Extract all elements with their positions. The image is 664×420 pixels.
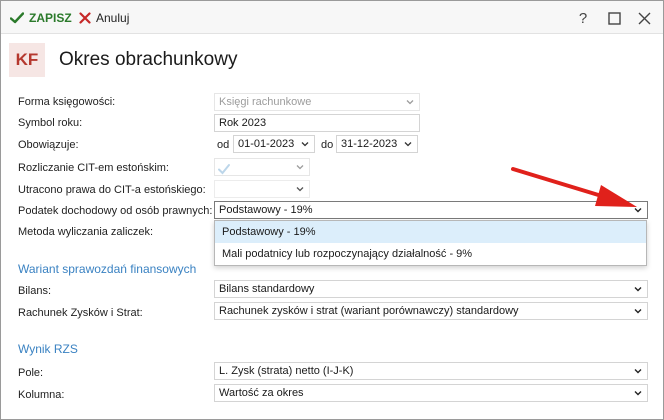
close-icon (638, 12, 650, 24)
dialog-window: ZAPISZ Anuluj ? KF Okres obrachunkowy Fo… (0, 0, 664, 420)
cancel-label: Anuluj (96, 11, 130, 25)
chevron-down-icon (634, 391, 642, 396)
dropdown-option[interactable]: Mali podatnicy lub rozpoczynający działa… (215, 243, 646, 265)
save-button[interactable]: ZAPISZ (10, 10, 72, 26)
bilans-value: Bilans standardowy (219, 283, 315, 295)
kolumna-label: Kolumna: (18, 389, 65, 401)
utracono-label: Utracono prawa do CIT-a estońskiego: (18, 184, 206, 196)
pole-value: L. Zysk (strata) netto (I-J-K) (219, 365, 354, 377)
toolbar: ZAPISZ Anuluj ? (1, 1, 663, 34)
symbol-value: Rok 2023 (219, 117, 267, 129)
do-label: do (321, 139, 334, 151)
chevron-down-icon (296, 165, 304, 170)
date-to-value: 31-12-2023 (341, 138, 398, 150)
date-to-input[interactable]: 31-12-2023 (336, 135, 418, 153)
chevron-down-icon (296, 187, 304, 192)
app-logo: KF (9, 43, 45, 77)
help-button[interactable]: ? (573, 8, 593, 28)
save-label: ZAPISZ (29, 11, 72, 25)
close-window-button[interactable] (634, 8, 654, 28)
pole-select[interactable]: L. Zysk (strata) netto (I-J-K) (214, 362, 648, 380)
cancel-button[interactable]: Anuluj (79, 10, 129, 26)
bilans-select[interactable]: Bilans standardowy (214, 280, 648, 298)
wariant-section-title: Wariant sprawozdań finansowych (18, 262, 197, 276)
page-title: Okres obrachunkowy (59, 49, 238, 70)
chevron-down-icon (634, 369, 642, 374)
maximize-icon (607, 11, 621, 25)
bilans-label: Bilans: (18, 285, 52, 297)
podatek-value: Podstawowy - 19% (219, 204, 313, 216)
utracono-select[interactable] (214, 180, 310, 198)
date-from-input[interactable]: 01-01-2023 (233, 135, 315, 153)
podatek-label: Podatek dochodowy od osób prawnych: (18, 205, 213, 217)
forma-value: Księgi rachunkowe (219, 96, 312, 108)
chevron-down-icon (634, 287, 642, 292)
chevron-down-icon (634, 309, 642, 314)
rzis-select[interactable]: Rachunek zysków i strat (wariant porówna… (214, 302, 648, 320)
dropdown-option[interactable]: Podstawowy - 19% (215, 221, 646, 243)
wynik-section-title: Wynik RZS (18, 342, 78, 356)
dropdown-option-label: Podstawowy - 19% (222, 226, 316, 238)
kolumna-value: Wartość za okres (219, 387, 304, 399)
od-label: od (217, 139, 230, 151)
chevron-down-icon (301, 142, 309, 147)
obowiazuje-label: Obowiązuje: (18, 139, 79, 151)
date-from-value: 01-01-2023 (238, 138, 295, 150)
chevron-down-icon (406, 100, 414, 105)
symbol-label: Symbol roku: (18, 117, 83, 129)
help-icon: ? (578, 9, 588, 27)
checkmark-icon (10, 12, 24, 24)
podatek-dropdown-list: Podstawowy - 19% Mali podatnicy lub rozp… (214, 220, 647, 266)
chevron-down-icon (404, 142, 412, 147)
symbol-input[interactable]: Rok 2023 (214, 114, 420, 132)
checkmark-icon (218, 164, 230, 175)
rzis-value: Rachunek zysków i strat (wariant porówna… (219, 305, 519, 317)
metoda-label: Metoda wyliczania zaliczek: (18, 226, 154, 238)
podatek-select[interactable]: Podstawowy - 19% (214, 201, 648, 219)
close-x-icon (79, 12, 91, 24)
pole-label: Pole: (18, 367, 44, 379)
cit-estonski-label: Rozliczanie CIT-em estońskim: (18, 162, 169, 174)
dropdown-option-label: Mali podatnicy lub rozpoczynający działa… (222, 248, 473, 260)
forma-select: Księgi rachunkowe (214, 93, 420, 111)
forma-label: Forma księgowości: (18, 96, 116, 108)
rzis-label: Rachunek Zysków i Strat: (18, 307, 143, 319)
kolumna-select[interactable]: Wartość za okres (214, 384, 648, 402)
maximize-button[interactable] (604, 8, 624, 28)
chevron-down-icon (634, 208, 642, 213)
